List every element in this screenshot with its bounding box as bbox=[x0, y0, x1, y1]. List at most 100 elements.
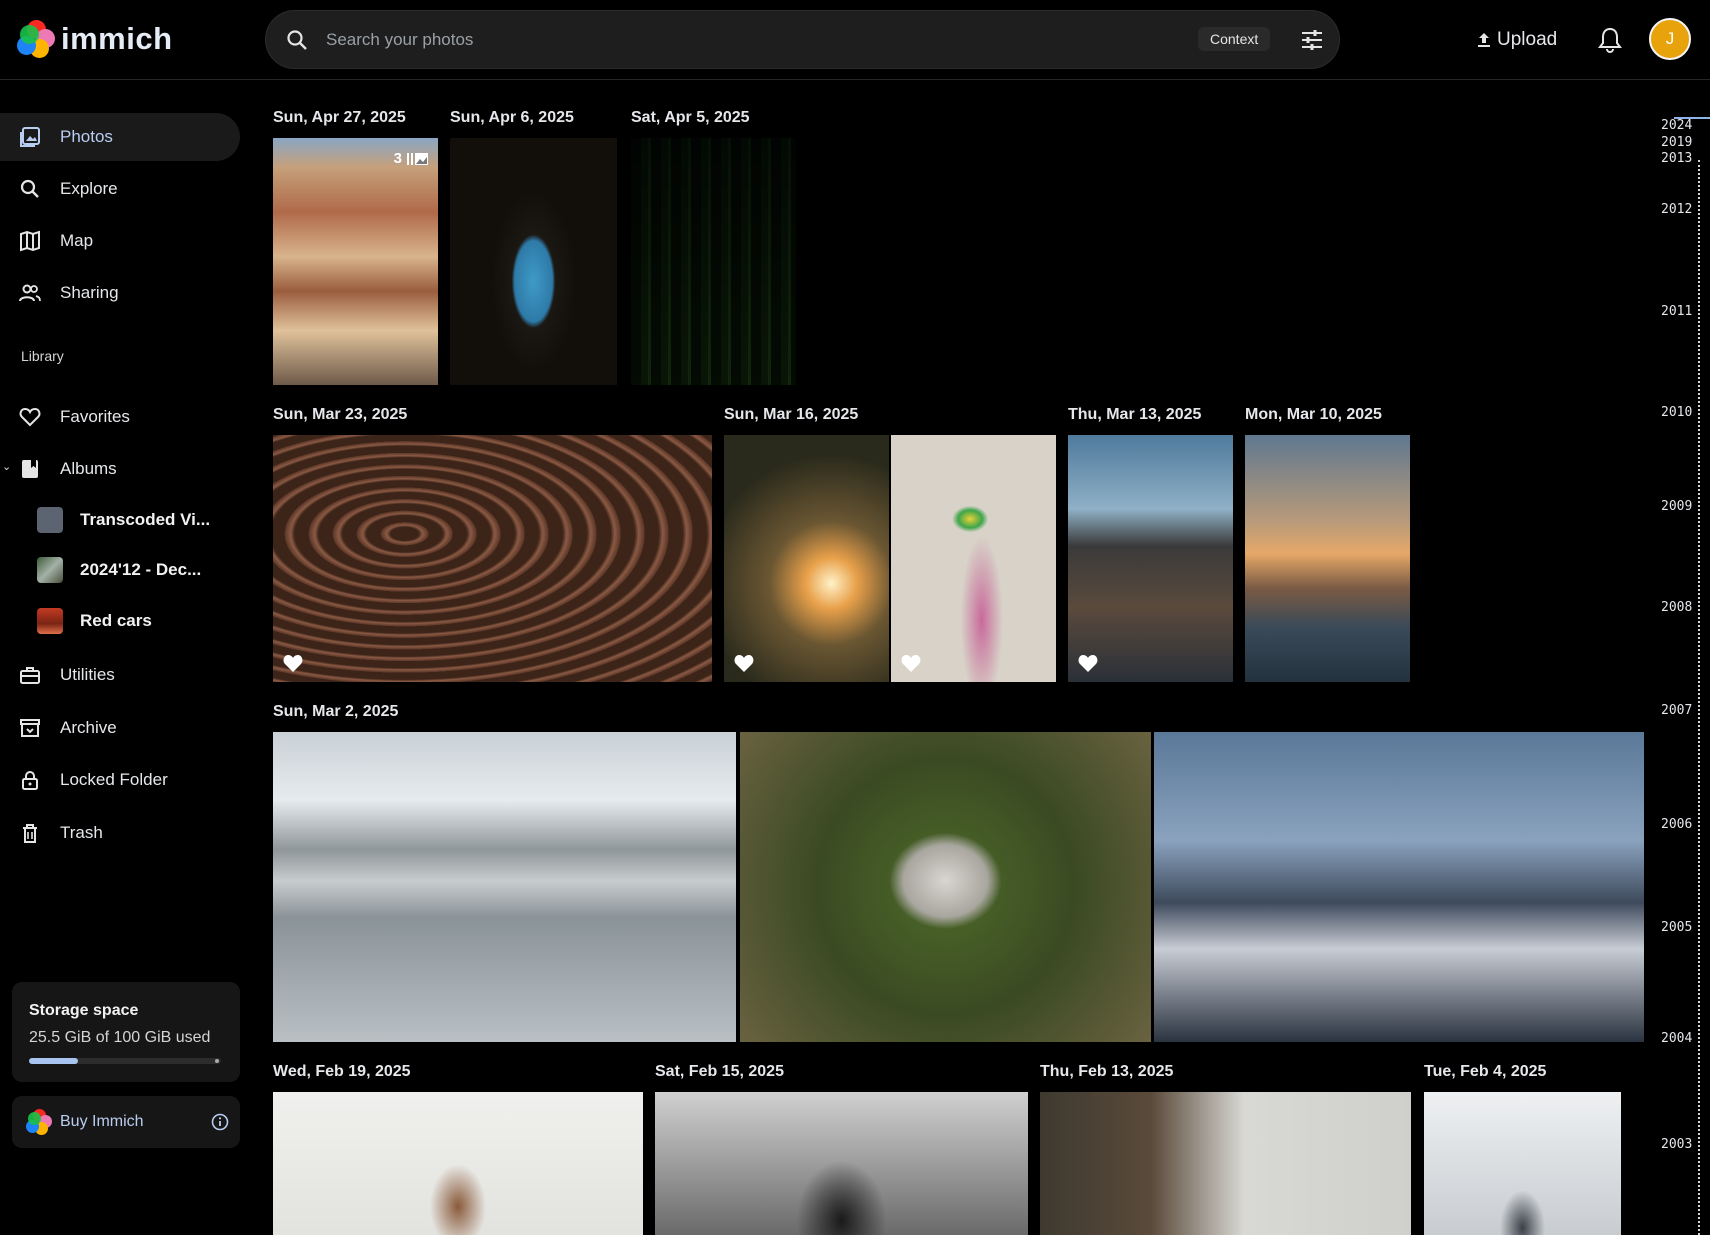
sidebar-item-sharing[interactable]: Sharing bbox=[0, 269, 240, 317]
toolbox-icon bbox=[20, 667, 40, 684]
scrubber-year: 2013 bbox=[1661, 151, 1693, 166]
photo-thumbnail[interactable] bbox=[273, 435, 712, 682]
scrubber-year: 2006 bbox=[1661, 817, 1693, 832]
photo-thumbnail[interactable]: 3 bbox=[273, 138, 438, 385]
sidebar-item-trash[interactable]: Trash bbox=[0, 809, 240, 857]
scrubber-year: 2003 bbox=[1661, 1137, 1693, 1152]
stack-count: 3 bbox=[393, 150, 402, 167]
stack-icon bbox=[407, 152, 428, 165]
search-bar[interactable]: Context bbox=[265, 10, 1340, 69]
scrubber-year: 2011 bbox=[1661, 304, 1693, 319]
scrubber-year: 2004 bbox=[1661, 1031, 1693, 1046]
immich-logo-icon bbox=[17, 20, 55, 58]
albums-icon bbox=[22, 460, 38, 478]
photo-thumbnail[interactable] bbox=[740, 732, 1151, 1042]
sidebar-item-label: Locked Folder bbox=[60, 770, 168, 789]
album-item[interactable]: Red cars bbox=[37, 601, 237, 641]
sidebar-item-utilities[interactable]: Utilities bbox=[0, 651, 240, 699]
notifications-bell-icon[interactable] bbox=[1597, 26, 1623, 54]
search-options-icon[interactable] bbox=[1299, 27, 1325, 53]
photo-thumbnail[interactable] bbox=[1245, 435, 1410, 682]
scrubber-year: 2005 bbox=[1661, 920, 1693, 935]
date-group-label: Sat, Feb 15, 2025 bbox=[655, 1063, 784, 1080]
info-icon[interactable] bbox=[210, 1112, 230, 1132]
heart-outline-icon bbox=[19, 407, 41, 427]
sidebar-item-label: Utilities bbox=[60, 665, 115, 684]
date-group-label: Sun, Apr 27, 2025 bbox=[273, 109, 406, 126]
sidebar-item-label: Favorites bbox=[60, 407, 130, 426]
photo-thumbnail[interactable] bbox=[724, 435, 889, 682]
sidebar-item-label: Albums bbox=[60, 459, 117, 478]
sidebar-item-photos[interactable]: Photos bbox=[0, 113, 240, 161]
storage-panel[interactable]: Storage space 25.5 GiB of 100 GiB used bbox=[12, 982, 240, 1082]
storage-usage: 25.5 GiB of 100 GiB used bbox=[29, 1029, 211, 1046]
photo-thumbnail[interactable] bbox=[891, 435, 1056, 682]
top-bar: immich Context Upload J bbox=[0, 0, 1710, 80]
photo-thumbnail[interactable] bbox=[1424, 1092, 1621, 1235]
storage-title: Storage space bbox=[29, 1002, 139, 1019]
context-search-chip[interactable]: Context bbox=[1198, 27, 1271, 51]
sidebar-item-label: Sharing bbox=[60, 283, 119, 302]
sidebar-item-albums[interactable]: Albums bbox=[0, 445, 240, 493]
buy-immich-button[interactable]: Buy Immich bbox=[12, 1096, 240, 1148]
album-thumbnail bbox=[37, 507, 63, 533]
lock-icon bbox=[22, 771, 38, 790]
sidebar-item-explore[interactable]: Explore bbox=[0, 165, 240, 213]
scrubber-year: 2010 bbox=[1661, 405, 1693, 420]
date-group-label: Wed, Feb 19, 2025 bbox=[273, 1063, 411, 1080]
favorite-heart-icon bbox=[734, 655, 754, 672]
trash-icon bbox=[23, 824, 37, 843]
scrubber-year: 2009 bbox=[1661, 499, 1693, 514]
favorite-heart-icon bbox=[283, 655, 303, 672]
archive-icon bbox=[20, 719, 40, 737]
sidebar-item-locked-folder[interactable]: Locked Folder bbox=[0, 756, 240, 804]
upload-icon bbox=[1478, 33, 1490, 47]
photo-thumbnail[interactable] bbox=[273, 1092, 643, 1235]
album-label: Red cars bbox=[80, 611, 152, 630]
sidebar-item-map[interactable]: Map bbox=[0, 217, 240, 265]
search-icon bbox=[20, 179, 39, 198]
favorite-heart-icon bbox=[901, 655, 921, 672]
sidebar-item-label: Photos bbox=[60, 127, 113, 146]
search-input[interactable] bbox=[326, 23, 1126, 57]
sidebar-item-archive[interactable]: Archive bbox=[0, 704, 240, 752]
date-group-label: Mon, Mar 10, 2025 bbox=[1245, 406, 1382, 423]
map-icon bbox=[20, 230, 40, 252]
album-thumbnail bbox=[37, 557, 63, 583]
album-thumbnail bbox=[37, 608, 63, 634]
album-item[interactable]: 2024'12 - Dec... bbox=[37, 550, 237, 590]
immich-logo-icon bbox=[26, 1109, 52, 1135]
date-group-label: Sun, Mar 16, 2025 bbox=[724, 406, 859, 423]
date-group-label: Tue, Feb 4, 2025 bbox=[1424, 1063, 1547, 1080]
photo-thumbnail[interactable] bbox=[450, 138, 617, 385]
date-group-label: Sun, Mar 23, 2025 bbox=[273, 406, 408, 423]
search-icon bbox=[287, 30, 307, 50]
album-item[interactable]: Transcoded Vi... bbox=[37, 500, 237, 540]
date-group-label: Sun, Apr 6, 2025 bbox=[450, 109, 574, 126]
date-group-label: Sun, Mar 2, 2025 bbox=[273, 703, 399, 720]
immich-logo[interactable]: immich bbox=[17, 20, 173, 58]
photo-thumbnail[interactable] bbox=[631, 138, 796, 385]
photo-thumbnail[interactable] bbox=[273, 732, 736, 1042]
scrubber-year: 2008 bbox=[1661, 600, 1693, 615]
photos-icon bbox=[20, 127, 40, 147]
storage-progress-bar bbox=[29, 1058, 221, 1064]
scrubber-year: 2007 bbox=[1661, 703, 1693, 718]
photo-thumbnail[interactable] bbox=[1154, 732, 1644, 1042]
photo-thumbnail[interactable] bbox=[655, 1092, 1028, 1235]
sidebar-item-favorites[interactable]: Favorites bbox=[0, 393, 240, 441]
sidebar-item-label: Explore bbox=[60, 179, 118, 198]
scrubber-year: 2024 bbox=[1661, 118, 1693, 133]
date-group-label: Thu, Feb 13, 2025 bbox=[1040, 1063, 1174, 1080]
date-group-label: Thu, Mar 13, 2025 bbox=[1068, 406, 1202, 423]
storage-progress-fill bbox=[29, 1058, 78, 1064]
timeline-scrubber[interactable]: 2024 2019 2013 2012 2011 2010 2009 2008 … bbox=[1655, 110, 1710, 1235]
date-group-label: Sat, Apr 5, 2025 bbox=[631, 109, 750, 126]
album-label: 2024'12 - Dec... bbox=[80, 560, 202, 579]
sidebar-item-label: Trash bbox=[60, 823, 103, 842]
photo-thumbnail[interactable] bbox=[1068, 435, 1233, 682]
user-avatar[interactable]: J bbox=[1649, 18, 1691, 60]
photo-thumbnail[interactable] bbox=[1040, 1092, 1411, 1235]
album-label: Transcoded Vi... bbox=[80, 510, 211, 529]
upload-button[interactable]: Upload bbox=[1477, 26, 1557, 54]
